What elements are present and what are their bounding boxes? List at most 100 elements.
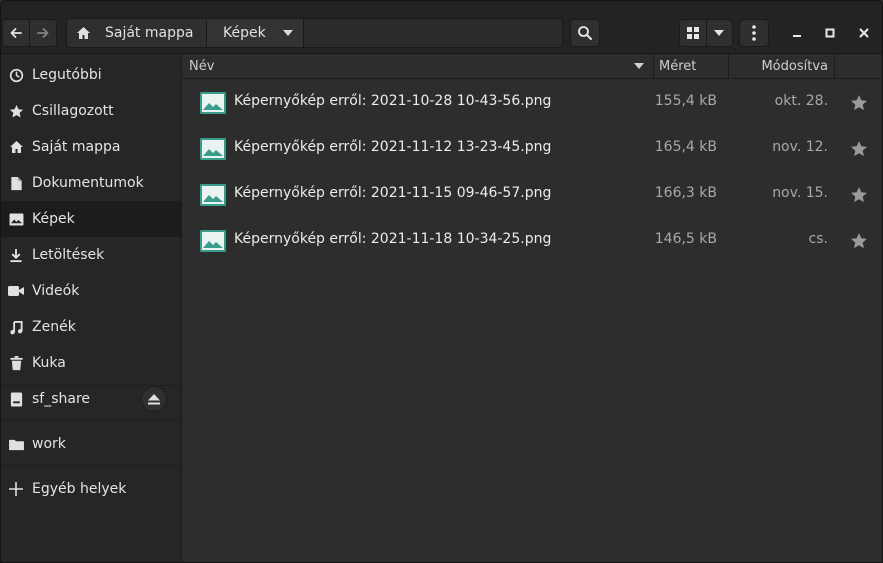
home-icon: [8, 139, 24, 155]
path-bar-empty: [304, 19, 562, 47]
image-file-icon: [200, 184, 226, 206]
file-size: 155,4 kB: [654, 93, 717, 109]
arrow-right-icon: [37, 28, 49, 38]
breadcrumb-home-label: Saját mappa: [105, 25, 194, 41]
navigation-buttons: [2, 19, 57, 47]
file-name: Képernyőkép erről: 2021-11-15 09-46-57.p…: [234, 185, 552, 201]
minimize-button[interactable]: [785, 21, 809, 45]
document-icon: [8, 175, 24, 191]
search-button[interactable]: [570, 19, 600, 47]
arrow-left-icon: [10, 28, 22, 38]
view-options: [679, 19, 733, 47]
star-icon[interactable]: [850, 232, 868, 250]
sidebar-item-label: Zenék: [32, 319, 76, 335]
header-bar: Saját mappa Képek: [1, 1, 882, 54]
maximize-icon: [825, 28, 835, 38]
column-header-name[interactable]: Név: [182, 54, 654, 78]
sidebar-item-label: Dokumentumok: [32, 175, 144, 191]
sidebar-item-videos[interactable]: Videók: [1, 273, 181, 309]
file-modified: nov. 15.: [772, 185, 828, 201]
column-header-modified[interactable]: Módosítva: [729, 54, 835, 78]
kebab-menu-icon: [752, 25, 756, 41]
back-button[interactable]: [3, 20, 29, 46]
sidebar-item-label: work: [32, 436, 66, 452]
drive-icon: [8, 391, 24, 407]
file-size: 165,4 kB: [654, 139, 717, 155]
file-row[interactable]: Képernyőkép erről: 2021-10-28 10-43-56.p…: [182, 79, 882, 125]
file-name: Képernyőkép erről: 2021-11-18 10-34-25.p…: [234, 231, 552, 247]
search-icon: [578, 26, 592, 40]
close-button[interactable]: [852, 21, 876, 45]
sidebar-item-downloads[interactable]: Letöltések: [1, 237, 181, 273]
sidebar-item-music[interactable]: Zenék: [1, 309, 181, 345]
column-header-size[interactable]: Méret: [654, 54, 729, 78]
star-icon[interactable]: [850, 94, 868, 112]
eject-button[interactable]: [141, 386, 167, 412]
column-header-modified-label: Módosítva: [761, 58, 828, 74]
column-header-name-label: Név: [189, 58, 215, 74]
file-modified: cs.: [808, 231, 828, 247]
plus-icon: [8, 481, 24, 497]
sidebar-item-label: Csillagozott: [32, 103, 114, 119]
download-icon: [8, 247, 24, 263]
folder-icon: [8, 436, 24, 452]
grid-icon: [686, 27, 699, 39]
star-icon[interactable]: [850, 186, 868, 204]
sidebar-item-home[interactable]: Saját mappa: [1, 129, 181, 165]
image-icon: [8, 211, 24, 227]
sidebar-item-label: Videók: [32, 283, 80, 299]
eject-icon: [148, 393, 160, 404]
star-icon[interactable]: [850, 140, 868, 158]
file-name: Képernyőkép erről: 2021-11-12 13-23-45.p…: [234, 139, 552, 155]
maximize-button[interactable]: [818, 21, 842, 45]
file-manager-window: Saját mappa Képek Legutóbbi Csillagozott…: [0, 0, 883, 563]
star-icon: [8, 103, 24, 119]
sidebar-separator: [1, 465, 181, 466]
sidebar-item-label: sf_share: [32, 391, 91, 407]
sidebar-item-starred[interactable]: Csillagozott: [1, 93, 181, 129]
main-menu-button[interactable]: [739, 19, 769, 47]
column-header-size-label: Méret: [659, 58, 697, 74]
home-icon: [77, 27, 90, 39]
chevron-down-icon: [283, 30, 293, 36]
image-file-icon: [200, 230, 226, 252]
chevron-down-icon: [714, 30, 725, 36]
forward-button[interactable]: [29, 20, 56, 46]
file-name: Képernyőkép erről: 2021-10-28 10-43-56.p…: [234, 93, 552, 109]
path-bar: Saját mappa Képek: [66, 18, 563, 48]
sidebar-item-other-locations[interactable]: Egyéb helyek: [1, 471, 181, 507]
breadcrumb-home[interactable]: Saját mappa: [67, 19, 207, 47]
sidebar-item-sf-share[interactable]: sf_share: [1, 381, 181, 417]
breadcrumb-current-label: Képek: [223, 25, 266, 41]
sidebar-separator: [1, 420, 181, 421]
file-row[interactable]: Képernyőkép erről: 2021-11-12 13-23-45.p…: [182, 125, 882, 171]
file-list-view: Név Méret Módosítva Képernyőkép erről: 2…: [182, 54, 882, 562]
file-row[interactable]: Képernyőkép erről: 2021-11-15 09-46-57.p…: [182, 171, 882, 217]
column-header: Név Méret Módosítva: [182, 54, 882, 79]
breadcrumb-current[interactable]: Képek: [207, 19, 304, 47]
sidebar-item-label: Letöltések: [32, 247, 105, 263]
sidebar-item-pictures[interactable]: Képek: [1, 201, 181, 237]
file-size: 146,5 kB: [654, 231, 717, 247]
music-icon: [8, 319, 24, 335]
grid-view-button[interactable]: [680, 20, 706, 46]
image-file-icon: [200, 138, 226, 160]
trash-icon: [8, 355, 24, 371]
file-row[interactable]: Képernyőkép erről: 2021-11-18 10-34-25.p…: [182, 217, 882, 263]
file-size: 166,3 kB: [654, 185, 717, 201]
file-modified: okt. 28.: [774, 93, 828, 109]
clock-icon: [8, 67, 24, 83]
column-header-star[interactable]: [835, 54, 882, 78]
sidebar-item-label: Kuka: [32, 355, 66, 371]
sidebar-item-work[interactable]: work: [1, 426, 181, 462]
sidebar-item-label: Képek: [32, 211, 75, 227]
sidebar-item-recent[interactable]: Legutóbbi: [1, 57, 181, 93]
sidebar-item-label: Saját mappa: [32, 139, 121, 155]
video-icon: [8, 283, 24, 299]
sidebar-item-label: Legutóbbi: [32, 67, 102, 83]
sort-descending-icon: [634, 63, 644, 69]
view-menu-button[interactable]: [705, 20, 732, 46]
sidebar-item-trash[interactable]: Kuka: [1, 345, 181, 381]
image-file-icon: [200, 92, 226, 114]
sidebar-item-documents[interactable]: Dokumentumok: [1, 165, 181, 201]
